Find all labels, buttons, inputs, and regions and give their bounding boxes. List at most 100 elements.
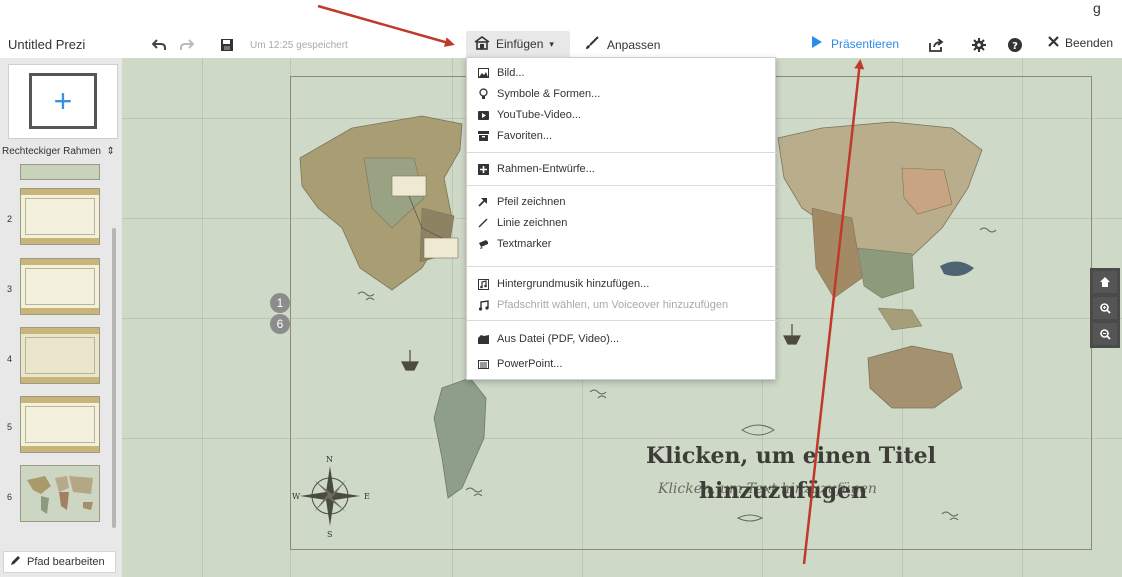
sidebar: + Rechteckiger Rahmen ⇕ 2 3 4 5 6 Pfad b…: [0, 58, 122, 577]
powerpoint-icon: [477, 358, 489, 370]
chevron-down-icon: ▾: [549, 38, 554, 49]
world-map-thumbnail-icon: [27, 476, 93, 514]
insert-button[interactable]: Einfügen ▾: [466, 31, 570, 57]
insert-menu: Bild... Symbole & Formen... YouTube-Vide…: [466, 57, 777, 380]
undo-icon[interactable]: [150, 36, 168, 54]
music-note-icon: [477, 299, 489, 311]
thumbnail-number: 6: [7, 492, 13, 502]
exit-button[interactable]: Beenden: [1048, 36, 1113, 50]
svg-text:?: ?: [1012, 41, 1018, 52]
updown-icon: ⇕: [103, 146, 115, 157]
menu-item-symbols-shapes[interactable]: Symbole & Formen...: [467, 84, 777, 104]
thumbnail-4[interactable]: [20, 327, 100, 384]
menu-item-highlighter[interactable]: Textmarker: [467, 234, 777, 254]
zoom-out-icon[interactable]: [1093, 323, 1117, 345]
menu-item-label: Symbole & Formen...: [497, 88, 601, 100]
path-step-badge[interactable]: 6: [270, 314, 290, 334]
zoom-controls: [1090, 268, 1120, 348]
thumbnail-number: 2: [7, 214, 13, 224]
menu-item-powerpoint[interactable]: PowerPoint...: [467, 354, 777, 374]
youtube-icon: [477, 109, 489, 121]
thumbnail-6[interactable]: [20, 465, 100, 522]
menu-item-label: Rahmen-Entwürfe...: [497, 163, 595, 175]
menu-item-voiceover: Pfadschritt wählen, um Voiceover hinzuzu…: [467, 295, 777, 315]
frame-type-select[interactable]: Rechteckiger Rahmen ⇕: [0, 146, 122, 157]
play-icon: [812, 36, 822, 51]
menu-divider: [467, 185, 777, 186]
menu-divider: [467, 320, 777, 321]
marker-icon: [477, 238, 489, 250]
add-frame-button[interactable]: +: [8, 64, 118, 139]
toolbar: g Untitled Prezi Um 12:25 gespeichert Ei…: [0, 0, 1122, 58]
close-icon: [1048, 36, 1059, 50]
thumbnail-number: 4: [7, 354, 13, 364]
menu-item-label: Linie zeichnen: [497, 217, 568, 229]
menu-item-background-music[interactable]: Hintergrundmusik hinzufügen...: [467, 274, 777, 294]
thumbnail-number: 3: [7, 284, 13, 294]
menu-item-image[interactable]: Bild...: [467, 63, 777, 83]
menu-item-label: YouTube-Video...: [497, 109, 581, 121]
line-icon: [477, 217, 489, 229]
document-title[interactable]: Untitled Prezi: [8, 38, 85, 52]
menu-item-label: Favoriten...: [497, 130, 553, 142]
menu-divider: [467, 266, 777, 267]
pencil-icon: [10, 555, 21, 569]
brush-icon: [585, 36, 599, 53]
menu-item-label: Textmarker: [497, 238, 552, 250]
save-icon[interactable]: [218, 36, 236, 54]
thumbnail-3[interactable]: [20, 258, 100, 315]
help-icon[interactable]: ?: [1006, 36, 1024, 54]
redo-icon[interactable]: [178, 36, 196, 54]
compass-w-label: W: [292, 492, 301, 501]
edit-path-button[interactable]: Pfad bearbeiten: [3, 551, 116, 573]
plus-icon: +: [29, 73, 97, 129]
sidebar-scrollbar[interactable]: [112, 228, 116, 528]
slide-title[interactable]: Klicken, um einen Titel: [646, 443, 936, 469]
menu-item-label: Pfadschritt wählen, um Voiceover hinzuzu…: [497, 299, 729, 311]
slide-title-line2[interactable]: hinzuzufügen: [699, 478, 867, 504]
menu-item-draw-arrow[interactable]: Pfeil zeichnen: [467, 192, 777, 212]
frame-layout-icon: [477, 163, 489, 175]
gear-icon[interactable]: [970, 36, 988, 54]
menu-item-draw-line[interactable]: Linie zeichnen: [467, 213, 777, 233]
lightbulb-icon: [477, 88, 489, 100]
menu-item-label: Hintergrundmusik hinzufügen...: [497, 278, 650, 290]
archive-icon: [477, 130, 489, 142]
menu-item-label: Aus Datei (PDF, Video)...: [497, 333, 620, 345]
file-stack-icon: [477, 333, 489, 345]
compass-s-label: S: [327, 530, 333, 539]
music-file-icon: [477, 278, 489, 290]
frame-type-label: Rechteckiger Rahmen: [2, 146, 101, 157]
exit-label: Beenden: [1065, 36, 1114, 50]
share-icon[interactable]: [927, 36, 945, 54]
compass-n-label: N: [326, 455, 333, 464]
menu-item-label: PowerPoint...: [497, 358, 563, 370]
frame-thumbnail-list[interactable]: 2 3 4 5 6: [0, 164, 122, 546]
menu-item-label: Bild...: [497, 67, 525, 79]
menu-item-from-file[interactable]: Aus Datei (PDF, Video)...: [467, 329, 777, 349]
header-note: g: [1093, 0, 1101, 16]
menu-item-youtube[interactable]: YouTube-Video...: [467, 105, 777, 125]
thumbnail-number: 5: [7, 422, 13, 432]
thumbnail-5[interactable]: [20, 396, 100, 453]
menu-divider: [467, 152, 777, 153]
insert-icon: [474, 35, 490, 53]
edit-path-label: Pfad bearbeiten: [27, 556, 105, 568]
image-icon: [477, 67, 489, 79]
arrow-icon: [477, 196, 489, 208]
menu-item-favorites[interactable]: Favoriten...: [467, 126, 777, 146]
present-button[interactable]: Präsentieren: [812, 36, 899, 51]
menu-item-label: Pfeil zeichnen: [497, 196, 566, 208]
saved-status: Um 12:25 gespeichert: [250, 40, 348, 51]
customize-button[interactable]: Anpassen: [585, 36, 660, 53]
path-step-badge[interactable]: 1: [270, 293, 290, 313]
menu-item-frame-layouts[interactable]: Rahmen-Entwürfe...: [467, 159, 777, 179]
thumbnail-2[interactable]: [20, 188, 100, 245]
thumbnail-partial[interactable]: [20, 164, 100, 180]
present-label: Präsentieren: [831, 36, 900, 51]
insert-label: Einfügen: [496, 37, 544, 51]
home-icon[interactable]: [1093, 271, 1117, 293]
compass-e-label: E: [364, 492, 370, 501]
customize-label: Anpassen: [607, 37, 661, 52]
zoom-in-icon[interactable]: [1093, 297, 1117, 319]
